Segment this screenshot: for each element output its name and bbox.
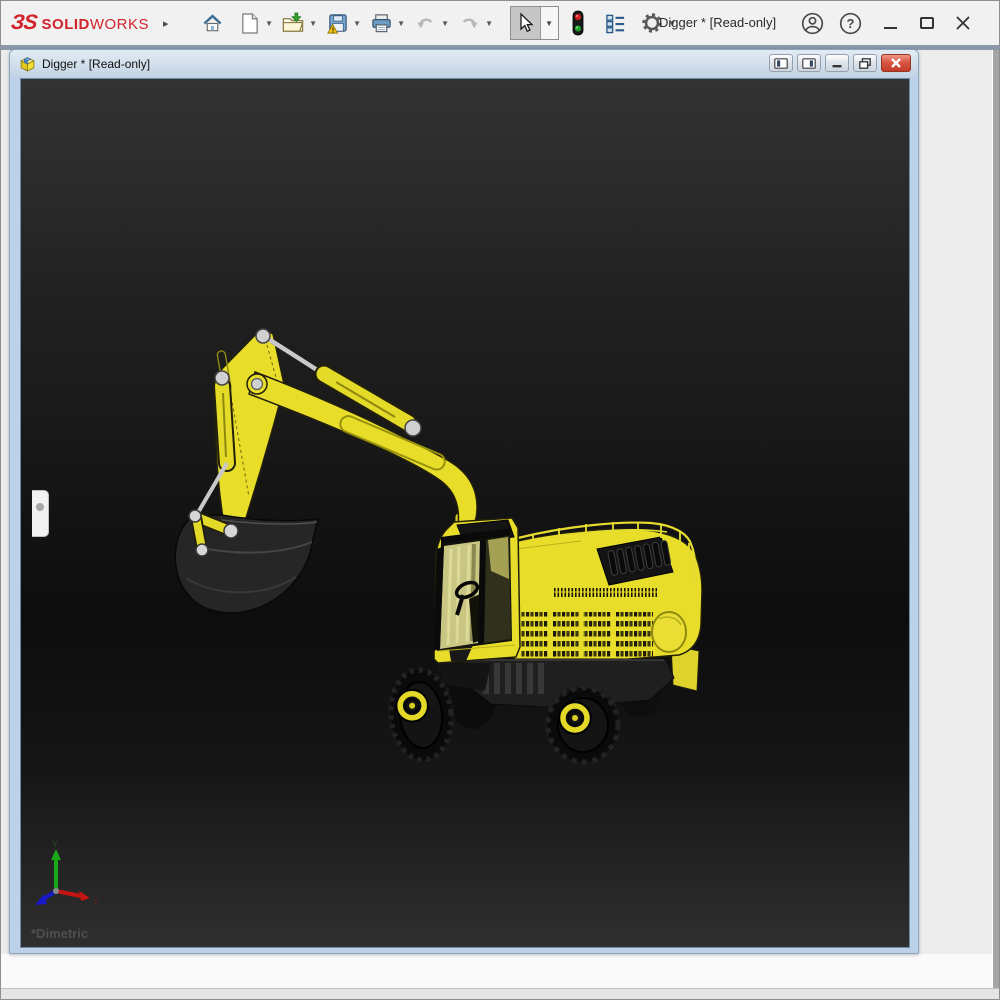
status-bar [1, 988, 999, 1000]
solidworks-logo: ЗS SOLIDWORKS [11, 11, 149, 35]
document-restore-button[interactable] [853, 54, 877, 72]
undo-arrow-icon [414, 12, 437, 35]
document-title: Digger * [Read-only] [42, 57, 150, 71]
mdi-area: Digger * [Read-only] [1, 50, 999, 988]
cab[interactable] [433, 518, 520, 663]
save-floppy-warning-icon [326, 12, 349, 35]
account-button[interactable] [799, 10, 825, 36]
save-button[interactable] [324, 7, 351, 39]
print-dropdown[interactable]: ▼ [395, 7, 408, 39]
document-titlebar[interactable]: Digger * [Read-only] [10, 50, 918, 77]
boom-arm-assembly[interactable] [196, 328, 477, 535]
document-window-controls [769, 54, 911, 72]
printer-icon [370, 12, 393, 35]
pane-left-icon [774, 58, 788, 69]
minimize-icon [884, 27, 897, 29]
window-title: Digger * [Read-only] [659, 15, 776, 30]
rebuild-indicator-button[interactable] [565, 7, 592, 39]
brand-name-light: WORKS [90, 16, 149, 33]
document-close-button[interactable] [881, 54, 911, 72]
question-circle-icon: ? [838, 11, 863, 36]
right-edge-strip [992, 50, 999, 988]
select-tool-button[interactable] [511, 7, 541, 39]
solidworks-window: ЗS SOLIDWORKS ▸ ▼ [0, 0, 1000, 1000]
document-minimize-button[interactable] [825, 54, 849, 72]
show-left-pane-button[interactable] [769, 54, 793, 72]
close-icon [890, 57, 902, 69]
cursor-arrow-icon [515, 12, 535, 34]
toolbar-buttons: ▼ ▼ ▼ [199, 6, 683, 40]
main-toolbar: ЗS SOLIDWORKS ▸ ▼ [1, 1, 999, 45]
new-document-button[interactable] [236, 7, 263, 39]
open-folder-icon [281, 12, 305, 35]
list-icon [604, 12, 627, 35]
expand-handle-dot-icon [36, 503, 44, 511]
redo-dropdown[interactable]: ▼ [483, 7, 496, 39]
view-orientation-label: *Dimetric [31, 926, 88, 941]
graphics-viewport[interactable]: Y X *Dimetric [20, 78, 910, 948]
print-button[interactable] [368, 7, 395, 39]
brand-mark: ЗS [10, 11, 38, 35]
home-button[interactable] [199, 7, 226, 39]
open-dropdown[interactable]: ▼ [307, 7, 320, 39]
undo-button[interactable] [412, 7, 439, 39]
minimize-icon [831, 58, 843, 68]
new-document-icon [239, 12, 260, 35]
feature-list-button[interactable] [602, 7, 629, 39]
select-tool-dropdown[interactable]: ▼ [541, 7, 558, 39]
redo-button[interactable] [456, 7, 483, 39]
triad-x-label: X [93, 897, 99, 907]
user-circle-icon [800, 11, 825, 36]
triad-y-label: Y [52, 839, 58, 849]
maximize-button[interactable] [914, 10, 940, 36]
document-window: Digger * [Read-only] [9, 49, 919, 954]
window-controls: ? [799, 1, 999, 45]
save-dropdown[interactable]: ▼ [351, 7, 364, 39]
excavator-model[interactable]: Y X [21, 79, 910, 948]
minimize-button[interactable] [877, 10, 903, 36]
maximize-icon [920, 17, 934, 29]
pane-right-icon [802, 58, 816, 69]
brand-name-bold: SOLID [42, 16, 90, 33]
traffic-light-icon [569, 10, 587, 36]
home-icon [201, 12, 224, 35]
restore-icon [859, 58, 871, 69]
close-icon [955, 15, 971, 31]
open-button[interactable] [280, 7, 307, 39]
part-document-icon [19, 55, 36, 72]
orientation-triad: Y X [35, 839, 99, 907]
menu-flyout-arrow-icon[interactable]: ▸ [163, 17, 169, 30]
undo-dropdown[interactable]: ▼ [439, 7, 452, 39]
redo-arrow-icon [458, 12, 481, 35]
show-right-pane-button[interactable] [797, 54, 821, 72]
feature-pane-expand-handle[interactable] [32, 490, 49, 537]
close-button[interactable] [950, 10, 976, 36]
svg-text:?: ? [846, 16, 854, 31]
help-button[interactable]: ? [837, 10, 863, 36]
select-tool-group: ▼ [510, 6, 559, 40]
mdi-lower-area [1, 954, 994, 988]
new-document-dropdown[interactable]: ▼ [263, 7, 276, 39]
